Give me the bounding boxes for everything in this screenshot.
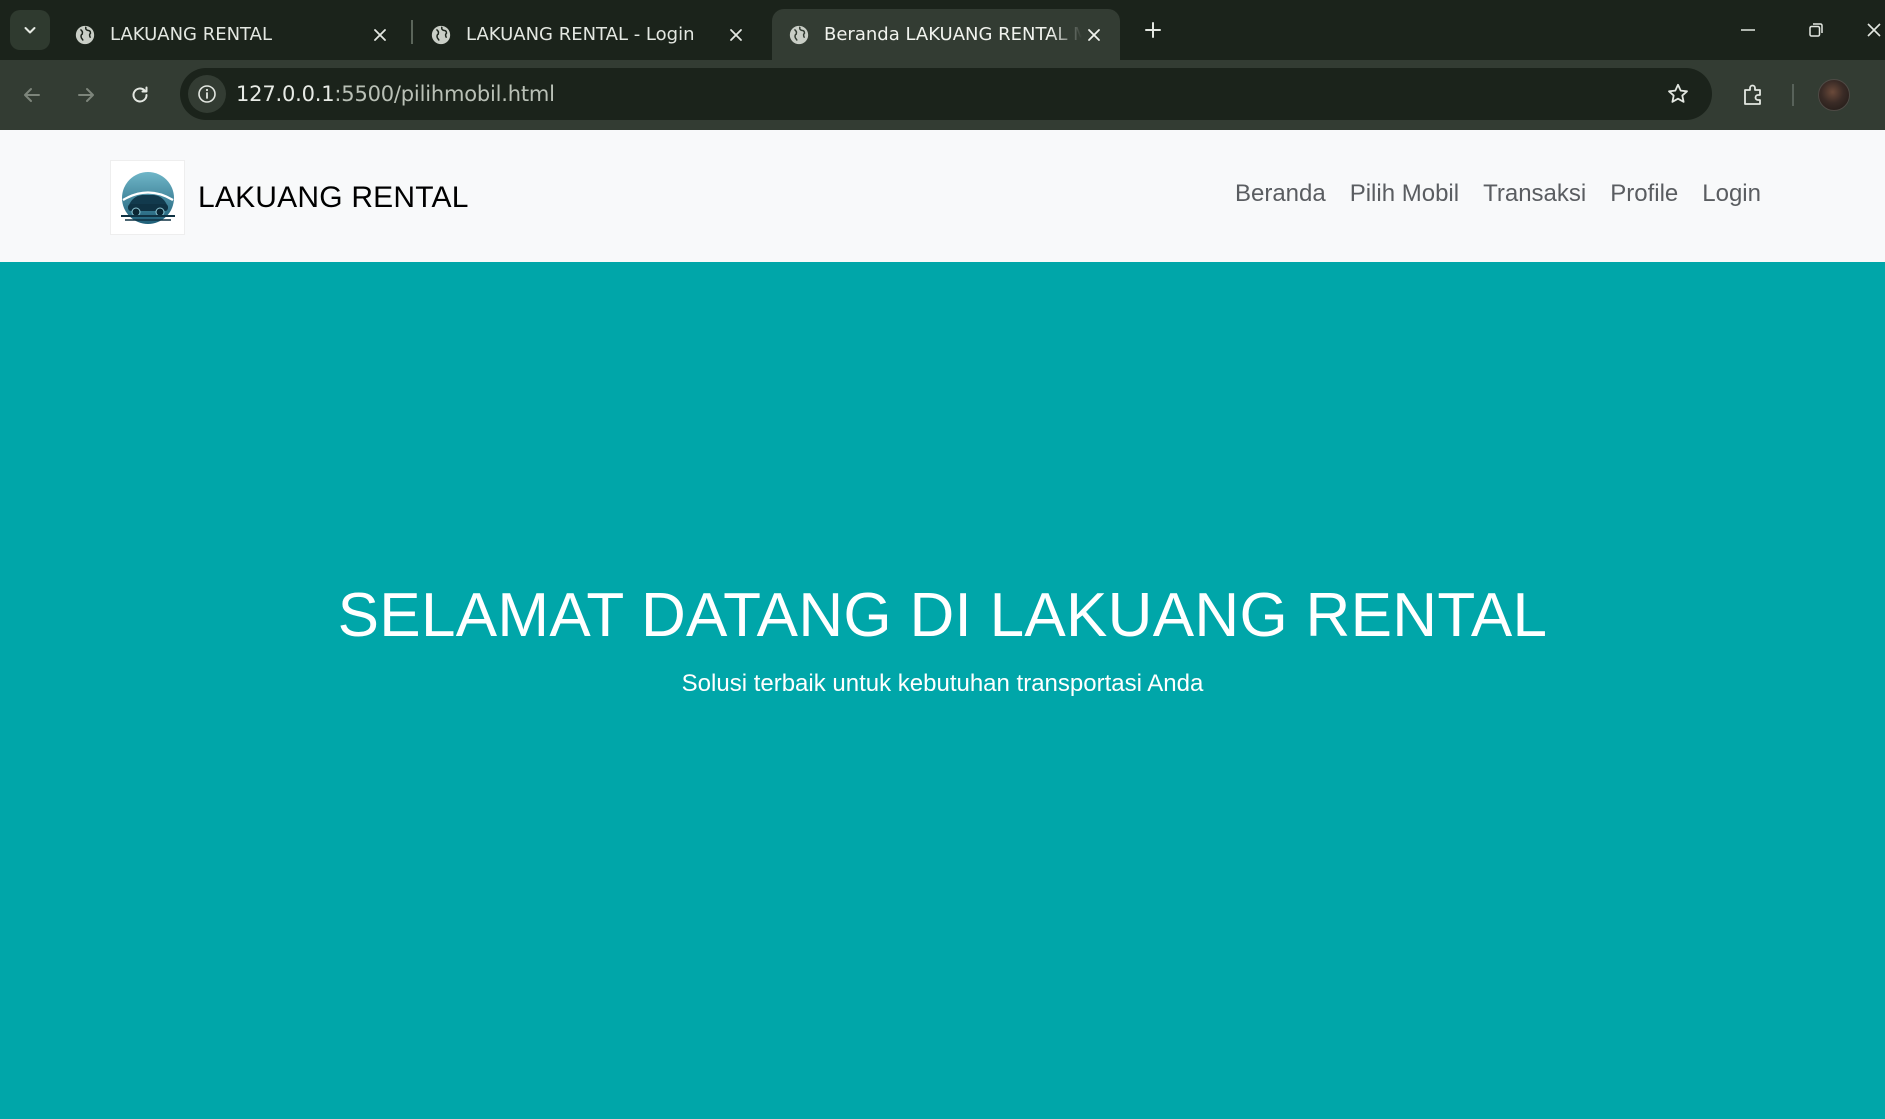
- hero-title: SELAMAT DATANG DI LAKUANG RENTAL: [337, 581, 1548, 650]
- nav-link-pilih-mobil[interactable]: Pilih Mobil: [1338, 180, 1471, 208]
- info-icon: [198, 85, 216, 103]
- nav-link-beranda[interactable]: Beranda: [1223, 180, 1338, 208]
- url-host: 127.0.0.1: [236, 82, 335, 106]
- tab-title: LAKUANG RENTAL - Login: [466, 24, 695, 45]
- restore-icon: [1809, 23, 1823, 37]
- minimize-button[interactable]: [1732, 14, 1764, 46]
- bookmark-button[interactable]: [1664, 80, 1692, 108]
- brand-name: LAKUANG RENTAL: [198, 180, 469, 214]
- url-path: :5500/pilihmobil.html: [334, 82, 555, 106]
- puzzle-icon: [1744, 84, 1761, 105]
- nav-links: Beranda Pilih Mobil Transaksi Profile Lo…: [1223, 180, 1773, 208]
- arrow-right-icon: [78, 88, 94, 102]
- close-icon[interactable]: [368, 23, 392, 47]
- browser-tabstrip: LAKUANG RENTAL LAKUANG RENTAL - Login Be…: [0, 0, 1885, 60]
- globe-icon: [789, 25, 809, 44]
- profile-avatar[interactable]: [1818, 79, 1850, 111]
- car-logo-icon: [110, 160, 185, 235]
- browser-toolbar: 127.0.0.1:5500/pilihmobil.html: [0, 60, 1885, 130]
- reload-icon: [132, 86, 148, 103]
- site-navbar: LAKUANG RENTAL Beranda Pilih Mobil Trans…: [0, 130, 1885, 262]
- close-icon: [1867, 23, 1881, 37]
- new-tab-button[interactable]: [1137, 14, 1169, 46]
- toolbar-divider: [1792, 84, 1794, 106]
- close-icon[interactable]: [1082, 23, 1106, 47]
- minimize-icon: [1741, 29, 1755, 31]
- nav-link-transaksi[interactable]: Transaksi: [1471, 180, 1598, 208]
- globe-icon: [431, 25, 451, 44]
- site-info-button[interactable]: [188, 75, 226, 113]
- star-icon: [1668, 83, 1688, 103]
- plus-icon: [1145, 22, 1161, 38]
- arrow-left-icon: [24, 88, 40, 102]
- browser-tab-1[interactable]: LAKUANG RENTAL: [58, 9, 406, 60]
- tab-search-button[interactable]: [10, 10, 50, 50]
- back-button[interactable]: [14, 77, 50, 113]
- address-bar[interactable]: 127.0.0.1:5500/pilihmobil.html: [180, 68, 1712, 120]
- restore-button[interactable]: [1800, 14, 1832, 46]
- hero-subtitle: Solusi terbaik untuk kebutuhan transport…: [681, 670, 1204, 697]
- nav-link-profile[interactable]: Profile: [1598, 180, 1690, 208]
- extensions-button[interactable]: [1735, 77, 1771, 113]
- chevron-down-icon: [24, 27, 36, 34]
- close-icon[interactable]: [724, 23, 748, 47]
- close-window-button[interactable]: [1866, 14, 1885, 46]
- tab-separator: [411, 20, 413, 44]
- hero-section: SELAMAT DATANG DI LAKUANG RENTAL Solusi …: [0, 262, 1885, 1119]
- nav-link-login[interactable]: Login: [1690, 180, 1773, 208]
- tab-title: Beranda LAKUANG RENTAL Mobil: [824, 24, 1082, 45]
- browser-tab-3-active[interactable]: Beranda LAKUANG RENTAL Mobil: [772, 9, 1120, 60]
- tab-title: LAKUANG RENTAL: [110, 24, 272, 45]
- globe-icon: [75, 25, 95, 44]
- url-text[interactable]: 127.0.0.1:5500/pilihmobil.html: [236, 82, 555, 106]
- brand[interactable]: LAKUANG RENTAL: [110, 160, 469, 235]
- browser-tab-2[interactable]: LAKUANG RENTAL - Login: [414, 9, 762, 60]
- forward-button[interactable]: [68, 77, 104, 113]
- reload-button[interactable]: [122, 77, 158, 113]
